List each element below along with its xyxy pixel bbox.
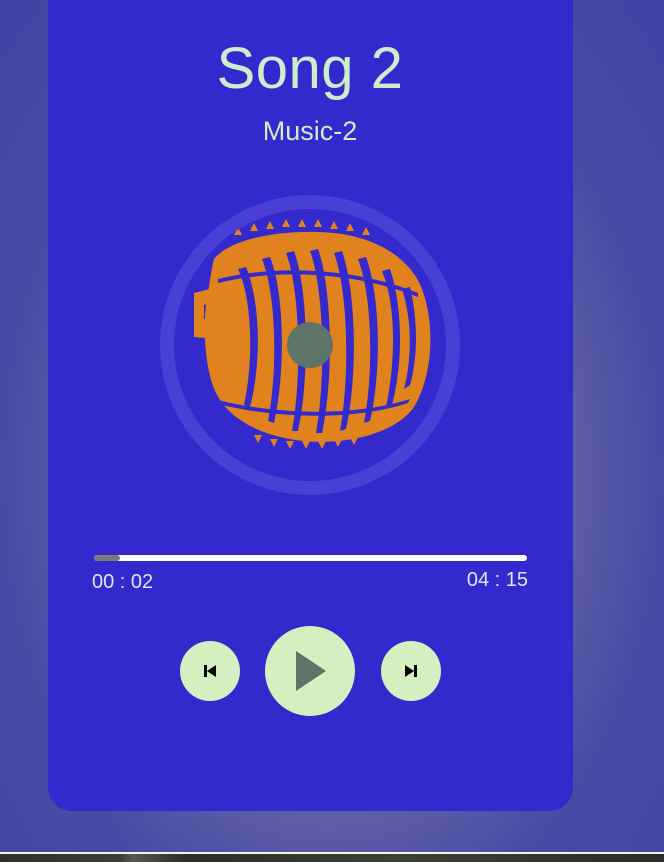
play-icon xyxy=(296,651,326,691)
skip-back-icon xyxy=(204,665,216,677)
progress-fill xyxy=(94,555,120,561)
next-button[interactable] xyxy=(381,641,441,701)
previous-button[interactable] xyxy=(180,641,240,701)
song-title: Song 2 xyxy=(216,36,404,101)
disc-hub xyxy=(287,322,333,368)
song-artist: Music-2 xyxy=(262,116,358,146)
play-button[interactable] xyxy=(265,626,355,716)
skip-forward-icon xyxy=(405,665,417,677)
player-card: Song 2 Music-2 00: 02 04: 15 xyxy=(48,0,573,811)
bottom-edge-strip xyxy=(0,852,664,862)
total-time: 04 : 15 xyxy=(466,569,528,591)
album-art xyxy=(174,209,446,481)
progress-bar[interactable] xyxy=(94,555,527,561)
album-art-ring xyxy=(160,195,460,495)
current-time: 00 : 02 xyxy=(92,571,154,593)
